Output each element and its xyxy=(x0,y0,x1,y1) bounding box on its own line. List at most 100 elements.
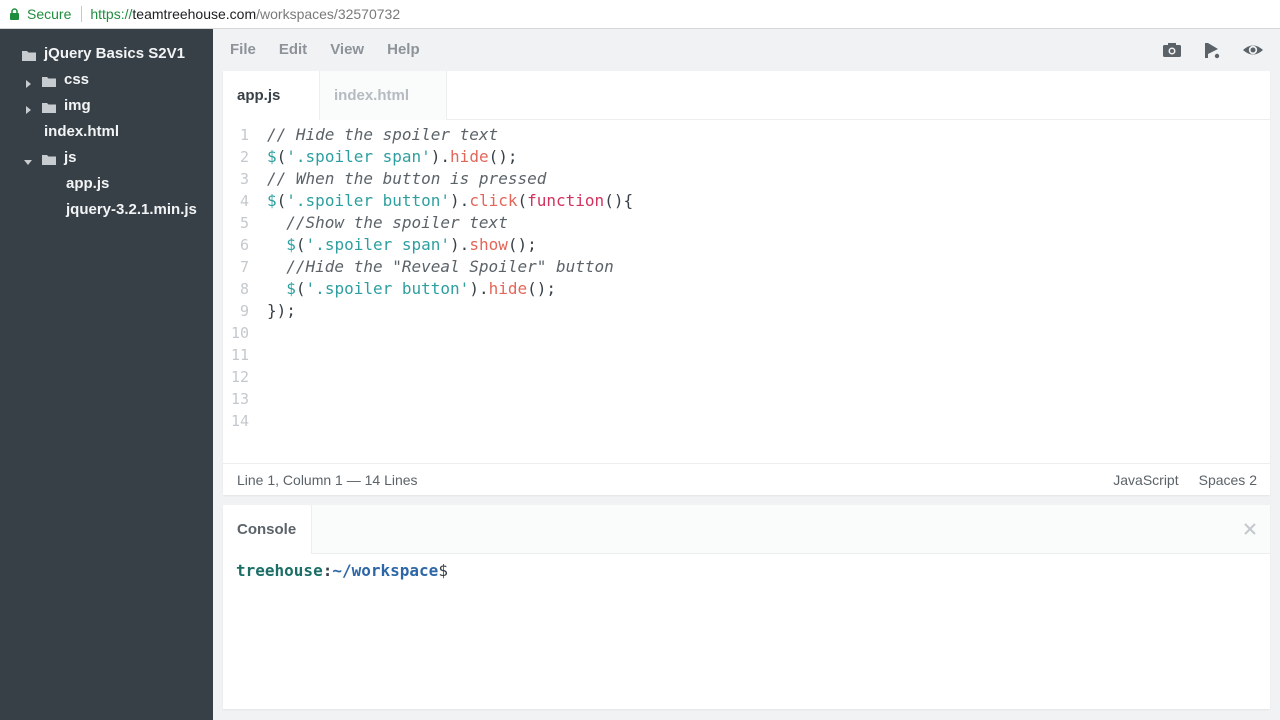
tree-item-label: app.js xyxy=(66,174,110,192)
tree-folder-js[interactable]: js xyxy=(24,144,77,170)
console-header: Console xyxy=(223,505,1270,554)
project-name: jQuery Basics S2V1 xyxy=(44,44,185,62)
status-right-group: JavaScript Spaces 2 xyxy=(1113,472,1257,488)
code-line: 10 xyxy=(223,322,1270,344)
line-number: 14 xyxy=(230,412,249,430)
tree-item-label: index.html xyxy=(44,122,120,140)
code-line: 2 $('.spoiler span').hide(); xyxy=(223,146,1270,168)
code-line: 6 $('.spoiler span').show(); xyxy=(223,234,1270,256)
code-line: 4 $('.spoiler button').click(function(){ xyxy=(223,190,1270,212)
tree-file-jquery[interactable]: jquery-3.2.1.min.js xyxy=(66,196,197,222)
code-line: 7 //Hide the "Reveal Spoiler" button xyxy=(223,256,1270,278)
url-host: teamtreehouse.com xyxy=(132,6,257,22)
url-text[interactable]: https://teamtreehouse.com/workspaces/325… xyxy=(90,6,400,22)
indent-selector[interactable]: Spaces 2 xyxy=(1199,472,1257,488)
code-line: 1 // Hide the spoiler text xyxy=(223,124,1270,146)
code-area[interactable]: 1 // Hide the spoiler text 2 $('.spoiler… xyxy=(223,124,1270,464)
prompt-colon: : xyxy=(322,561,333,580)
menu-help[interactable]: Help xyxy=(387,41,420,58)
line-number: 4 xyxy=(239,192,249,210)
code-line: 9 }); xyxy=(223,300,1270,322)
camera-icon[interactable] xyxy=(1162,40,1182,60)
tab-app-js[interactable]: app.js xyxy=(223,71,319,120)
code-text: $('.spoiler span').hide(); xyxy=(267,147,518,166)
preview-eye-icon[interactable] xyxy=(1242,40,1263,60)
caret-down-icon[interactable] xyxy=(24,153,32,165)
line-number: 2 xyxy=(239,148,249,166)
tree-project-root[interactable]: jQuery Basics S2V1 xyxy=(22,40,185,66)
code-text: $('.spoiler span').show(); xyxy=(286,235,537,254)
console-prompt[interactable]: treehouse:~/workspace$ xyxy=(236,561,448,580)
code-line: 5 //Show the spoiler text xyxy=(223,212,1270,234)
file-tree-sidebar: jQuery Basics S2V1 css img index.html js… xyxy=(0,29,213,720)
share-icon[interactable] xyxy=(1202,40,1222,60)
close-icon[interactable] xyxy=(1243,522,1257,536)
prompt-dollar: $ xyxy=(438,561,448,580)
indent-label: Spaces xyxy=(1198,471,1246,488)
tree-file-app-js[interactable]: app.js xyxy=(66,170,109,196)
line-number: 10 xyxy=(230,324,249,342)
line-number: 5 xyxy=(239,214,249,232)
code-text: }); xyxy=(267,301,296,320)
folder-icon xyxy=(42,152,56,165)
menu-edit[interactable]: Edit xyxy=(279,41,307,58)
code-text: $('.spoiler button').hide(); xyxy=(286,279,557,298)
code-text: //Show the spoiler text xyxy=(267,213,508,232)
folder-icon xyxy=(22,48,36,61)
menu-file[interactable]: File xyxy=(230,41,256,58)
line-number: 7 xyxy=(239,258,249,276)
line-number: 11 xyxy=(230,346,249,364)
editor-tabs: app.js index.html xyxy=(223,71,1270,120)
code-line: 11 xyxy=(223,344,1270,366)
url-protocol: https:// xyxy=(90,6,133,22)
line-number: 12 xyxy=(230,368,249,386)
code-line: 3 // When the button is pressed xyxy=(223,168,1270,190)
address-bar[interactable]: Secure https://teamtreehouse.com/workspa… xyxy=(0,0,1280,29)
indent-value: 2 xyxy=(1249,471,1257,488)
code-editor-panel: app.js index.html 1 // Hide the spoiler … xyxy=(223,71,1270,495)
editor-status-bar: Line 1, Column 1 — 14 Lines JavaScript S… xyxy=(223,463,1270,495)
tree-item-label: js xyxy=(64,148,77,166)
code-line: 13 xyxy=(223,388,1270,410)
tab-index-html[interactable]: index.html xyxy=(319,71,447,120)
line-number: 6 xyxy=(239,236,249,254)
tab-console[interactable]: Console xyxy=(223,505,312,554)
menu-view[interactable]: View xyxy=(330,41,364,58)
code-line: 12 xyxy=(223,366,1270,388)
tree-item-label: jquery-3.2.1.min.js xyxy=(66,200,197,218)
console-panel: Console treehouse:~/workspace$ xyxy=(223,505,1270,709)
tree-file-index-html[interactable]: index.html xyxy=(44,118,119,144)
lock-icon xyxy=(9,8,20,20)
caret-right-icon[interactable] xyxy=(24,101,32,114)
tree-item-label: css xyxy=(64,70,90,88)
code-text: // Hide the spoiler text xyxy=(267,125,499,144)
tree-folder-css[interactable]: css xyxy=(24,66,89,92)
line-number: 1 xyxy=(239,126,249,144)
tree-folder-img[interactable]: img xyxy=(24,92,91,118)
line-number: 8 xyxy=(239,280,249,298)
menu-bar: File Edit View Help xyxy=(213,29,1280,70)
folder-icon xyxy=(42,74,56,87)
prompt-path: ~/workspace xyxy=(332,561,439,580)
address-separator xyxy=(81,6,83,22)
line-number: 13 xyxy=(230,390,249,408)
cursor-position-status: Line 1, Column 1 — 14 Lines xyxy=(237,471,418,488)
code-text: // When the button is pressed xyxy=(267,169,547,188)
code-text: $('.spoiler button').click(function(){ xyxy=(267,191,634,210)
code-line: 8 $('.spoiler button').hide(); xyxy=(223,278,1270,300)
line-number: 3 xyxy=(239,170,249,188)
url-path: /workspaces/32570732 xyxy=(256,6,401,22)
tree-item-label: img xyxy=(64,96,91,114)
prompt-user: treehouse xyxy=(236,561,323,580)
caret-right-icon[interactable] xyxy=(24,75,32,88)
language-mode-selector[interactable]: JavaScript xyxy=(1113,472,1178,488)
toolbar-icons xyxy=(1162,29,1263,70)
secure-label: Secure xyxy=(27,6,72,22)
line-number: 9 xyxy=(239,302,249,320)
code-text: //Hide the "Reveal Spoiler" button xyxy=(267,257,614,276)
